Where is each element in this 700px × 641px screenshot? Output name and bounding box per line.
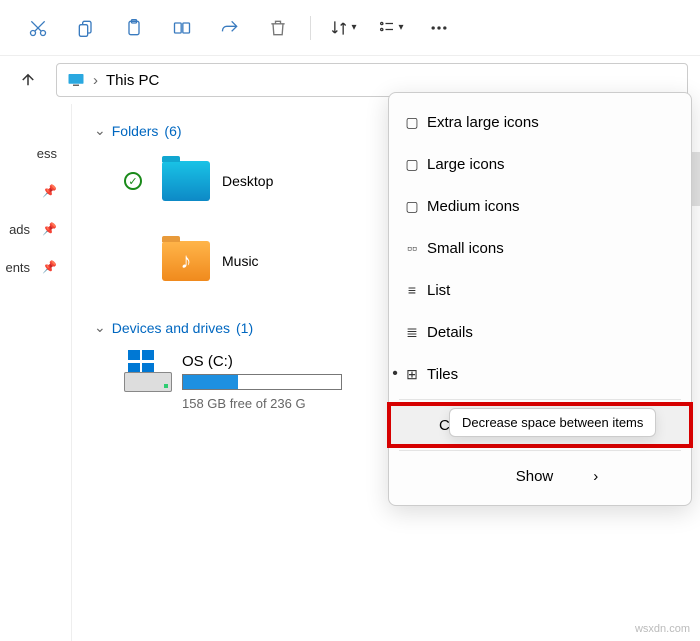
nav-item-quickaccess[interactable]: ess xyxy=(0,134,71,172)
cut-button[interactable] xyxy=(18,8,58,48)
folder-icon xyxy=(162,161,210,201)
chevron-right-icon: › xyxy=(593,468,598,485)
nav-item-downloads[interactable]: ads📌 xyxy=(0,210,71,248)
menu-item-show[interactable]: Show› xyxy=(389,455,691,497)
sm-icon: ▫▫ xyxy=(403,240,421,256)
breadcrumb-sep: › xyxy=(93,72,98,89)
list-icon: ≡ xyxy=(403,282,421,298)
paste-button[interactable] xyxy=(114,8,154,48)
item-label: Desktop xyxy=(222,173,273,189)
menu-item-xl-icons[interactable]: ▢Extra large icons xyxy=(389,101,691,143)
view-button[interactable]: ▾ xyxy=(371,8,411,48)
group-count: (1) xyxy=(236,320,253,336)
watermark: wsxdn.com xyxy=(635,623,690,635)
chevron-down-icon: ⌄ xyxy=(94,319,106,336)
delete-button[interactable] xyxy=(258,8,298,48)
navigation-pane: ess 📌 ads📌 ents📌 xyxy=(0,104,72,641)
group-label: Devices and drives xyxy=(112,320,230,336)
pin-icon: 📌 xyxy=(42,260,57,274)
group-label: Folders xyxy=(112,123,159,139)
item-label: Music xyxy=(222,253,259,269)
lg-icon: ▢ xyxy=(403,156,421,173)
tiles-icon: ⊞ xyxy=(403,366,421,383)
sort-button[interactable]: ▾ xyxy=(323,8,363,48)
menu-item-sm-icons[interactable]: ▫▫Small icons xyxy=(389,227,691,269)
md-icon: ▢ xyxy=(403,198,421,215)
monitor-icon xyxy=(67,71,85,89)
menu-item-list[interactable]: ≡List xyxy=(389,269,691,311)
xl-icon: ▢ xyxy=(403,114,421,131)
tooltip-compact: Decrease space between items xyxy=(449,408,656,437)
copy-button[interactable] xyxy=(66,8,106,48)
drive-icon xyxy=(124,350,172,392)
chevron-down-icon: ⌄ xyxy=(94,122,106,139)
pin-icon: 📌 xyxy=(42,222,57,236)
breadcrumb-root[interactable]: This PC xyxy=(106,72,159,89)
command-bar: ▾ ▾ xyxy=(0,0,700,56)
menu-item-lg-icons[interactable]: ▢Large icons xyxy=(389,143,691,185)
menu-separator xyxy=(399,450,681,451)
menu-item-details[interactable]: ≣Details xyxy=(389,311,691,353)
folder-item-music[interactable]: ♪ Music xyxy=(124,233,259,289)
group-count: (6) xyxy=(164,123,181,139)
drive-usage-bar xyxy=(182,374,342,390)
folder-item-desktop[interactable]: ✓ Desktop xyxy=(124,153,273,209)
menu-separator xyxy=(399,399,681,400)
nav-item-documents[interactable]: ents📌 xyxy=(0,248,71,286)
drive-label: OS (C:) xyxy=(182,353,342,370)
view-menu: ▢Extra large icons ▢Large icons ▢Medium … xyxy=(388,92,692,506)
share-button[interactable] xyxy=(210,8,250,48)
toolbar-separator xyxy=(310,16,311,40)
menu-item-tiles[interactable]: ⊞Tiles xyxy=(389,353,691,395)
rename-button[interactable] xyxy=(162,8,202,48)
up-button[interactable] xyxy=(12,64,44,96)
menu-item-md-icons[interactable]: ▢Medium icons xyxy=(389,185,691,227)
more-button[interactable] xyxy=(419,8,459,48)
folder-icon: ♪ xyxy=(162,241,210,281)
pin-icon: 📌 xyxy=(42,184,57,198)
check-icon: ✓ xyxy=(124,172,142,190)
nav-item-pinned[interactable]: 📌 xyxy=(0,172,71,210)
details-icon: ≣ xyxy=(403,324,421,341)
